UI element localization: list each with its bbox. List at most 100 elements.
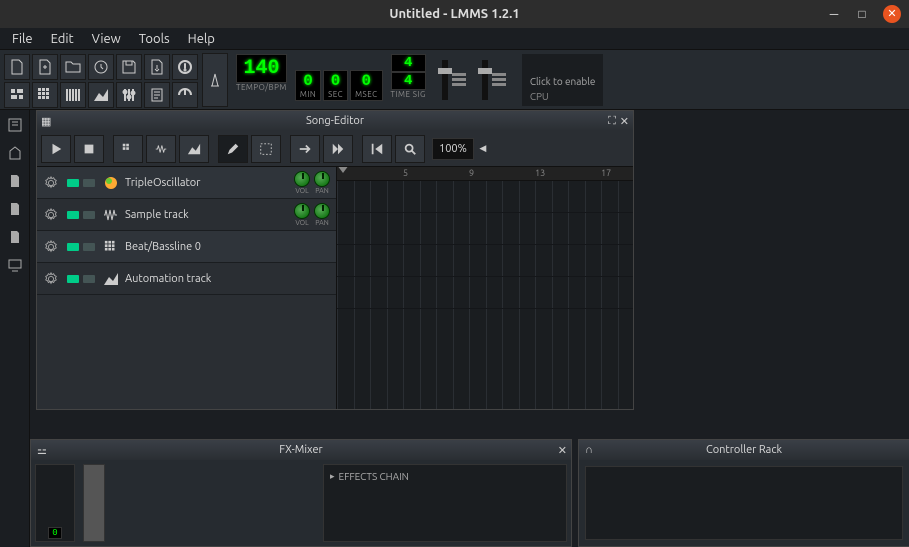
forward-button[interactable]	[290, 135, 320, 163]
song-editor-button[interactable]	[4, 82, 30, 108]
piano-roll-button[interactable]	[60, 82, 86, 108]
tempo-display[interactable]: 140	[236, 54, 287, 83]
solo-button[interactable]	[83, 211, 95, 219]
add-sample-track-button[interactable]	[146, 135, 176, 163]
project-notes-button[interactable]	[144, 82, 170, 108]
mute-button[interactable]	[67, 243, 79, 251]
song-editor-close-button[interactable]: ✕	[620, 115, 629, 128]
timesig-den[interactable]: 4	[391, 72, 426, 90]
track-gear-button[interactable]	[37, 272, 65, 286]
track-name[interactable]: TripleOscillator	[121, 177, 294, 189]
volume-knob[interactable]: VOL	[294, 203, 310, 227]
solo-button[interactable]	[83, 243, 95, 251]
sidebar-home[interactable]	[4, 198, 26, 220]
recent-button[interactable]	[88, 54, 114, 80]
track-gear-button[interactable]	[37, 176, 65, 190]
menu-tools[interactable]: Tools	[131, 30, 178, 48]
timesig-num[interactable]: 4	[391, 54, 426, 72]
pitch-meter-icon	[492, 73, 506, 86]
menubar: File Edit View Tools Help	[0, 28, 909, 50]
sidebar-computer[interactable]	[4, 254, 26, 276]
fx-mixer-window: ⚍ FX-Mixer ✕ 0 EFFECTS CHAIN	[30, 439, 572, 547]
zoom-button[interactable]	[395, 135, 425, 163]
song-editor-titlebar[interactable]: ▦ Song-Editor ⛶ ✕	[37, 111, 633, 131]
skip-back-button[interactable]	[362, 135, 392, 163]
track-gear-button[interactable]	[37, 208, 65, 222]
save-button[interactable]	[116, 54, 142, 80]
effects-chain-panel[interactable]: EFFECTS CHAIN	[323, 464, 567, 542]
zoom-display[interactable]: 100%	[432, 138, 474, 160]
time-min: 0MIN	[295, 70, 321, 101]
add-automation-track-button[interactable]	[179, 135, 209, 163]
fx-master-strip[interactable]: 0	[35, 464, 75, 542]
automation-editor-button[interactable]	[88, 82, 114, 108]
fx-master-index: 0	[48, 527, 62, 539]
playhead-marker-icon[interactable]	[337, 167, 349, 173]
track-row[interactable]: TripleOscillatorVOLPAN	[37, 167, 336, 199]
new-project-button[interactable]	[4, 54, 30, 80]
controller-rack-icon: ∩	[585, 444, 593, 456]
solo-button[interactable]	[83, 275, 95, 283]
track-type-icon	[101, 240, 121, 254]
draw-mode-button[interactable]	[218, 135, 248, 163]
solo-button[interactable]	[83, 179, 95, 187]
sidebar-projects[interactable]	[4, 226, 26, 248]
bb-editor-button[interactable]	[32, 82, 58, 108]
export-button[interactable]	[144, 54, 170, 80]
song-editor-restore-button[interactable]: ⛶	[608, 115, 616, 128]
mute-button[interactable]	[67, 179, 79, 187]
metronome-button[interactable]	[202, 53, 228, 107]
stop-button[interactable]	[74, 135, 104, 163]
master-volume-slider[interactable]	[442, 60, 448, 100]
fx-channel-strip[interactable]	[83, 464, 105, 542]
main-toolbar: 140 TEMPO/BPM 0MIN 0SEC 0MSEC 4 4 TIME S…	[0, 50, 909, 110]
maximize-button[interactable]: □	[855, 7, 869, 21]
track-gear-button[interactable]	[37, 240, 65, 254]
new-from-template-button[interactable]	[32, 54, 58, 80]
track-row[interactable]: Automation track	[37, 263, 336, 295]
edit-mode-button[interactable]	[251, 135, 281, 163]
fx-mixer-button[interactable]	[116, 82, 142, 108]
mute-button[interactable]	[67, 211, 79, 219]
pan-knob[interactable]: PAN	[314, 203, 330, 227]
menu-help[interactable]: Help	[180, 30, 223, 48]
track-type-icon	[101, 207, 121, 223]
menu-view[interactable]: View	[84, 30, 129, 48]
song-editor-icon: ▦	[41, 115, 51, 128]
timeline[interactable]: 5 9 13 17	[337, 167, 633, 409]
cpu-meter[interactable]: Click to enable CPU	[522, 54, 604, 106]
fx-mixer-close-button[interactable]: ✕	[558, 444, 567, 457]
track-name[interactable]: Sample track	[121, 209, 294, 221]
menu-file[interactable]: File	[4, 30, 41, 48]
track-name[interactable]: Automation track	[121, 273, 336, 285]
close-button[interactable]: ✕	[883, 5, 901, 23]
open-button[interactable]	[60, 54, 86, 80]
volume-meter-icon	[452, 73, 466, 86]
minimize-button[interactable]: ─	[827, 7, 841, 21]
window-title: Untitled - LMMS 1.2.1	[389, 7, 519, 21]
menu-edit[interactable]: Edit	[43, 30, 82, 48]
track-name[interactable]: Beat/Bassline 0	[121, 241, 336, 253]
sidebar-samples[interactable]	[4, 142, 26, 164]
fx-mixer-titlebar[interactable]: ⚍ FX-Mixer ✕	[31, 440, 571, 460]
sidebar-presets[interactable]	[4, 170, 26, 192]
timeline-ruler[interactable]: 5 9 13 17	[337, 167, 633, 181]
skip-forward-button[interactable]	[323, 135, 353, 163]
master-pitch-slider[interactable]	[482, 60, 488, 100]
add-bb-track-button[interactable]	[113, 135, 143, 163]
fx-mixer-icon: ⚍	[37, 444, 47, 457]
pan-knob[interactable]: PAN	[314, 171, 330, 195]
tempo-label: TEMPO/BPM	[236, 83, 287, 92]
volume-knob[interactable]: VOL	[294, 171, 310, 195]
controller-rack-titlebar[interactable]: ∩ Controller Rack	[579, 440, 909, 460]
mute-button[interactable]	[67, 275, 79, 283]
sidebar-instruments[interactable]	[4, 114, 26, 136]
song-editor-toolbar: 100% ◀	[37, 131, 633, 167]
track-row[interactable]: Beat/Bassline 0	[37, 231, 336, 263]
whatsthis-button[interactable]	[172, 54, 198, 80]
play-button[interactable]	[41, 135, 71, 163]
controller-rack-button[interactable]	[172, 82, 198, 108]
zoom-left-button[interactable]: ◀	[477, 138, 489, 160]
track-row[interactable]: Sample trackVOLPAN	[37, 199, 336, 231]
controller-rack-body[interactable]	[585, 466, 903, 540]
